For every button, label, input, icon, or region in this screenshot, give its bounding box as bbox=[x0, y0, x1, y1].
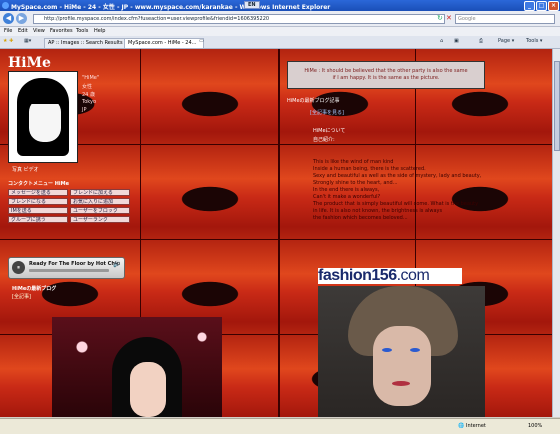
page-content: HiMe "HiMe" 女性 24 歳 Tokyo JP 写真 ビデオ コンタク… bbox=[0, 49, 552, 417]
search-input[interactable]: Google bbox=[455, 14, 555, 24]
menu-tools[interactable]: Tools bbox=[76, 28, 88, 34]
profile-detail: "HiMe" bbox=[82, 75, 100, 81]
progress-bar[interactable] bbox=[29, 269, 109, 272]
minimize-button[interactable]: _ bbox=[524, 1, 535, 11]
about-line: Can't it make a wonderful? bbox=[313, 194, 381, 200]
about-line: Strongly shine to the heart, and... bbox=[313, 180, 398, 186]
photo-eye bbox=[382, 348, 392, 352]
music-player: ⏸ Ready For The Floor by Hot Chip 🔊 bbox=[8, 257, 125, 279]
close-button[interactable]: × bbox=[548, 1, 559, 11]
logo-domain: .com bbox=[396, 267, 430, 284]
back-button[interactable]: ◀ bbox=[3, 13, 14, 24]
tab-ap-images[interactable]: AP :: Images :: Search Results bbox=[44, 38, 127, 48]
menu-file[interactable]: File bbox=[4, 28, 12, 34]
home-icon[interactable]: ⌂ bbox=[440, 38, 443, 44]
window-title: MySpace.com - HiMe - 24 - 女性 - JP - www.… bbox=[11, 4, 331, 11]
fashion156-logo[interactable]: fashion156.com bbox=[318, 268, 462, 284]
headline-line: if I am happy. It is the same as the pic… bbox=[332, 75, 440, 81]
print-icon[interactable]: ⎙ bbox=[479, 38, 483, 44]
volume-icon[interactable]: 🔊 bbox=[113, 261, 120, 268]
zoom-level[interactable]: 100% bbox=[528, 423, 542, 429]
about-line: in life. It is also not known, the brigh… bbox=[313, 208, 443, 214]
page-menu[interactable]: Page ▾ bbox=[498, 38, 514, 44]
send-im-button[interactable]: IMを送る bbox=[8, 207, 68, 214]
menu-edit[interactable]: Edit bbox=[18, 28, 28, 34]
status-bar: 🌐 Internet 100% bbox=[0, 418, 560, 434]
profile-detail: 24 歳 bbox=[82, 92, 95, 98]
profile-photo[interactable] bbox=[8, 71, 78, 163]
language-indicator[interactable]: EN bbox=[244, 1, 260, 9]
tools-menu[interactable]: Tools ▾ bbox=[526, 38, 542, 44]
about-line: Inside a human being, there is the scatt… bbox=[313, 166, 426, 172]
vertical-scrollbar[interactable] bbox=[552, 49, 560, 417]
window-titlebar: MySpace.com - HiMe - 24 - 女性 - JP - www.… bbox=[0, 0, 560, 11]
tab-myspace[interactable]: MySpace.com - HiMe - 24... bbox=[124, 38, 204, 48]
blog-title: HiMeの最新ブログ bbox=[12, 286, 57, 292]
status-zone: Internet bbox=[466, 423, 486, 429]
track-title: Ready For The Floor by Hot Chip bbox=[29, 261, 121, 267]
maximize-button[interactable]: □ bbox=[536, 1, 547, 11]
divider bbox=[278, 49, 280, 417]
block-user-button[interactable]: ユーザーをブロック bbox=[70, 207, 130, 214]
menu-favorites[interactable]: Favorites bbox=[50, 28, 73, 34]
photo-face bbox=[373, 326, 431, 406]
address-toolbar: ◀ ▶ http://profile.myspace.com/index.cfm… bbox=[0, 11, 560, 27]
about-line: This is like the wind of man kind bbox=[313, 159, 394, 165]
stop-icon[interactable]: ✕ bbox=[446, 14, 454, 22]
contact-menu-title: コンタクトメニュー HiMe bbox=[8, 181, 70, 187]
divider bbox=[0, 239, 552, 240]
girl-photo bbox=[52, 317, 222, 417]
add-favorite-button[interactable]: お気に入りに追加 bbox=[70, 198, 130, 205]
about-heading: HiMeについて bbox=[313, 128, 346, 134]
profile-name: HiMe bbox=[8, 55, 51, 71]
tab-list-icon[interactable]: ▦▾ bbox=[24, 38, 31, 44]
photo-eye bbox=[410, 348, 420, 352]
photo-video-links[interactable]: 写真 ビデオ bbox=[12, 166, 39, 173]
about-text: This is like the wind of man kind Inside… bbox=[313, 159, 483, 222]
photo-face bbox=[130, 362, 166, 417]
become-friend-button[interactable]: フレンドになる bbox=[8, 198, 68, 205]
logo-text: fashion156 bbox=[318, 267, 397, 284]
photo-face bbox=[29, 98, 61, 142]
address-input[interactable]: http://profile.myspace.com/index.cfm?fus… bbox=[33, 14, 445, 24]
photo-lips bbox=[392, 381, 410, 386]
profile-detail: Tokyo bbox=[82, 99, 96, 105]
latest-blog-title: HiMeの最新ブログ記事 bbox=[287, 98, 340, 104]
profile-detail: 女性 bbox=[82, 84, 93, 90]
internet-zone-icon: 🌐 bbox=[458, 423, 465, 429]
headline-line: HiMe : It should be believed that the ot… bbox=[304, 68, 468, 74]
send-message-button[interactable]: メッセージを送る bbox=[8, 189, 68, 196]
about-line: The product that is simply beautiful wil… bbox=[313, 201, 479, 207]
menu-bar: File Edit View Favorites Tools Help bbox=[0, 27, 560, 36]
about-subheading: 自己紹介: bbox=[313, 137, 335, 143]
refresh-icon[interactable]: ↻ bbox=[437, 14, 445, 22]
photo-bangs bbox=[25, 88, 65, 104]
headline-box: HiMe : It should be believed that the ot… bbox=[287, 61, 485, 89]
favorites-star-icon[interactable]: ★ ✚ bbox=[3, 38, 13, 44]
latest-blog-link[interactable]: [全記事を見る] bbox=[310, 109, 344, 116]
feeds-icon[interactable]: ▣ bbox=[454, 38, 459, 44]
about-line: Sexy and beautiful as well as the side o… bbox=[313, 173, 482, 179]
woman-photo bbox=[318, 286, 485, 417]
invite-group-button[interactable]: グループに誘う bbox=[8, 216, 68, 223]
menu-help[interactable]: Help bbox=[94, 28, 105, 34]
profile-detail: JP bbox=[82, 107, 87, 113]
about-line: the fashion which becomes beloved... bbox=[313, 215, 408, 221]
ie-logo-icon bbox=[2, 2, 9, 9]
scrollbar-thumb[interactable] bbox=[554, 61, 560, 151]
divider bbox=[0, 144, 552, 145]
new-tab-icon[interactable]: ▭ bbox=[199, 38, 204, 44]
pause-icon[interactable]: ⏸ bbox=[12, 261, 25, 274]
blog-all-link[interactable]: [全記事] bbox=[12, 293, 31, 300]
about-line: In the end there is always, bbox=[313, 187, 380, 193]
add-friend-button[interactable]: フレンドに加える bbox=[70, 189, 130, 196]
tab-bar: ★ ✚ ▦▾ AP :: Images :: Search Results My… bbox=[0, 36, 560, 49]
user-rank-button[interactable]: ユーザーランク bbox=[70, 216, 130, 223]
forward-button[interactable]: ▶ bbox=[16, 13, 27, 24]
menu-view[interactable]: View bbox=[33, 28, 45, 34]
